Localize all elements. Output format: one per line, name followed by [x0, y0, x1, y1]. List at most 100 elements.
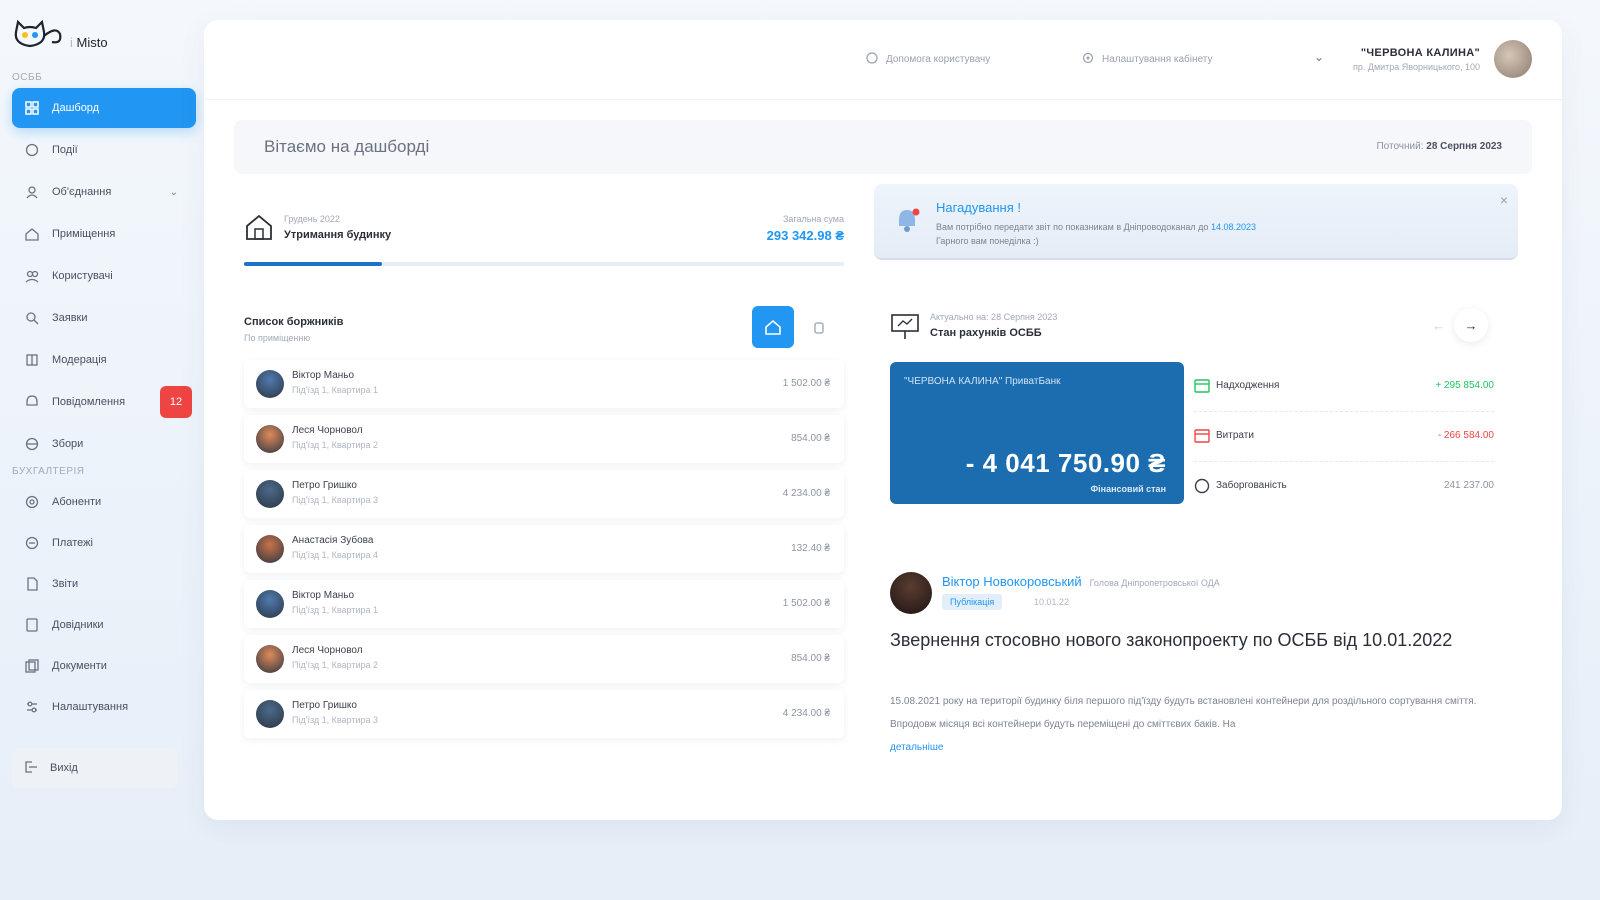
reminder-notice: Нагадування ! Вам потрібно передати звіт…	[874, 184, 1518, 260]
reminder-date-link[interactable]: 14.08.2023	[1211, 222, 1256, 232]
cabinet-settings-label: Налаштування кабінету	[1102, 54, 1213, 65]
logout-label: Вихід	[50, 762, 78, 774]
sidebar-item-payments[interactable]: Платежі	[12, 523, 196, 563]
bell-icon	[892, 206, 922, 241]
budget-sum-label: Загальна сума	[782, 214, 844, 224]
table-row[interactable]: Петро Гришко Під'їзд 1, Квартира 3 4 234.0…	[244, 690, 844, 738]
logout-button[interactable]: Вихід	[12, 748, 178, 788]
debtors-list: Віктор Маньо Під'їзд 1, Квартира 1 1 502.0…	[244, 360, 844, 745]
debtor-amount: 4 234.00 ₴	[782, 708, 830, 719]
stat-label: Заборгованість	[1216, 480, 1287, 491]
sidebar-item-label: Документи	[52, 660, 107, 672]
table-row[interactable]: Анастасія Зубова Під'їзд 1, Квартира 4 132…	[244, 525, 844, 573]
sidebar-item-dashboard[interactable]: Дашборд	[12, 88, 196, 128]
debtor-apartment: Під'їзд 1, Квартира 2	[292, 660, 379, 670]
sidebar-item-documents[interactable]: Документи	[12, 646, 196, 686]
welcome-banner: Вітаємо на дашборді Поточний: 28 Серпня …	[234, 120, 1532, 174]
association-icon	[24, 184, 40, 200]
sidebar-item-association[interactable]: Об'єднання ⌄	[12, 172, 196, 212]
table-row[interactable]: Леся Чорновол Під'їзд 1, Квартира 2 854.00…	[244, 635, 844, 683]
budget-sum-value: 293 342.98 ₴	[766, 228, 844, 243]
home-icon	[765, 319, 781, 335]
help-link[interactable]: Допомога користувачу	[866, 52, 990, 67]
payments-icon	[24, 535, 40, 551]
debtor-amount: 854.00 ₴	[791, 433, 830, 444]
sidebar-item-premises[interactable]: Приміщення	[12, 214, 196, 254]
arrow-left-icon[interactable]: ←	[1432, 318, 1445, 333]
chevron-down-icon[interactable]: ⌄	[1314, 50, 1324, 64]
sidebar-item-label: Довідники	[52, 619, 104, 631]
dashboard-icon	[24, 100, 40, 116]
settings-icon	[24, 699, 40, 715]
avatar	[256, 645, 284, 673]
filter-premises-button[interactable]	[752, 306, 794, 348]
user-profile[interactable]: "ЧЕРВОНА КАЛИНА" пр. Дмитра Яворницького…	[1353, 40, 1532, 78]
sidebar-item-messages[interactable]: Повідомлення 12	[12, 382, 196, 422]
filter-toggle-button[interactable]	[809, 318, 829, 338]
debtor-name: Віктор Маньо	[292, 590, 355, 601]
sidebar-item-label: Користувачі	[52, 270, 113, 282]
debtor-name: Петро Гришко	[292, 700, 357, 711]
table-row[interactable]: Віктор Маньо Під'їзд 1, Квартира 1 1 502.0…	[244, 360, 844, 408]
users-icon	[24, 268, 40, 284]
sidebar-item-moderation[interactable]: Модерація	[12, 340, 196, 380]
table-row[interactable]: Леся Чорновол Під'їзд 1, Квартира 2 854.00…	[244, 415, 844, 463]
debtors-title: Список боржників	[244, 316, 344, 328]
avatar	[256, 425, 284, 453]
post-tag: Публікація	[942, 594, 1003, 610]
help-label: Допомога користувачу	[886, 54, 991, 65]
sidebar-item-meetings[interactable]: Збори	[12, 424, 196, 464]
cabinet-settings-link[interactable]: Налаштування кабінету	[1082, 52, 1212, 67]
premises-icon	[24, 226, 40, 242]
budget-progress-bar	[244, 262, 844, 266]
bank-account-card[interactable]: "ЧЕРВОНА КАЛИНА" ПриватБанк - 4 041 750.…	[890, 362, 1184, 504]
sidebar-item-directories[interactable]: Довідники	[12, 605, 196, 645]
logo[interactable]: i Misto	[12, 18, 108, 54]
debtor-apartment: Під'їзд 1, Квартира 4	[292, 550, 379, 560]
bank-name: "ЧЕРВОНА КАЛИНА" ПриватБанк	[904, 376, 1061, 387]
sidebar-item-settings[interactable]: Налаштування	[12, 687, 196, 727]
avatar[interactable]	[1494, 40, 1532, 78]
moderation-icon	[24, 352, 40, 368]
balance-label: Фінансовий стан	[1090, 484, 1166, 494]
logo-text: i Misto	[70, 34, 108, 50]
meetings-icon	[24, 436, 40, 452]
page-title: Вітаємо на дашборді	[264, 137, 430, 156]
author-avatar[interactable]	[890, 572, 932, 614]
reports-icon	[24, 576, 40, 592]
topbar: Допомога користувачу Налаштування кабіне…	[204, 20, 1562, 100]
main-panel: Допомога користувачу Налаштування кабіне…	[204, 20, 1562, 820]
author-name[interactable]: Віктор Новокоровський	[942, 574, 1082, 589]
post-headline[interactable]: Звернення стосовно нового законопроекту …	[890, 626, 1470, 654]
avatar	[256, 480, 284, 508]
stat-row: Заборгованість 241 237.00	[1194, 462, 1494, 512]
debtor-amount: 1 502.00 ₴	[782, 598, 830, 609]
help-icon	[866, 52, 878, 67]
requests-icon	[24, 310, 40, 326]
account-balance: - 4 041 750.90 ₴	[965, 448, 1166, 478]
debt-icon	[1194, 478, 1210, 494]
current-date: Поточний: 28 Серпня 2023	[1376, 141, 1502, 152]
reminder-title: Нагадування !	[936, 200, 1022, 215]
presentation-icon	[890, 312, 920, 347]
section-label-accounting: БУХГАЛТЕРІЯ	[12, 466, 85, 477]
close-icon[interactable]: ×	[1500, 192, 1508, 208]
read-more-link[interactable]: детальніше	[890, 742, 943, 753]
messages-icon	[24, 394, 40, 410]
sidebar-item-users[interactable]: Користувачі	[12, 256, 196, 296]
sidebar-item-label: Налаштування	[52, 701, 129, 713]
sidebar-item-label: Об'єднання	[52, 186, 112, 198]
sidebar-item-events[interactable]: Події	[12, 130, 196, 170]
budget-progress-fill	[244, 262, 382, 266]
sidebar-item-requests[interactable]: Заявки	[12, 298, 196, 338]
table-row[interactable]: Петро Гришко Під'їзд 1, Квартира 3 4 234.0…	[244, 470, 844, 518]
arrow-right-button[interactable]: →	[1454, 308, 1488, 342]
table-row[interactable]: Віктор Маньо Під'їзд 1, Квартира 1 1 502.0…	[244, 580, 844, 628]
messages-count-badge: 12	[160, 386, 192, 418]
sidebar-item-reports[interactable]: Звіти	[12, 564, 196, 604]
reminder-text: Вам потрібно передати звіт по показникам…	[936, 222, 1256, 246]
stat-label: Надходження	[1216, 380, 1280, 391]
stat-value: 241 237.00	[1443, 480, 1494, 491]
debtor-apartment: Під'їзд 1, Квартира 2	[292, 440, 379, 450]
sidebar-item-subscribers[interactable]: Абоненти	[12, 482, 196, 522]
